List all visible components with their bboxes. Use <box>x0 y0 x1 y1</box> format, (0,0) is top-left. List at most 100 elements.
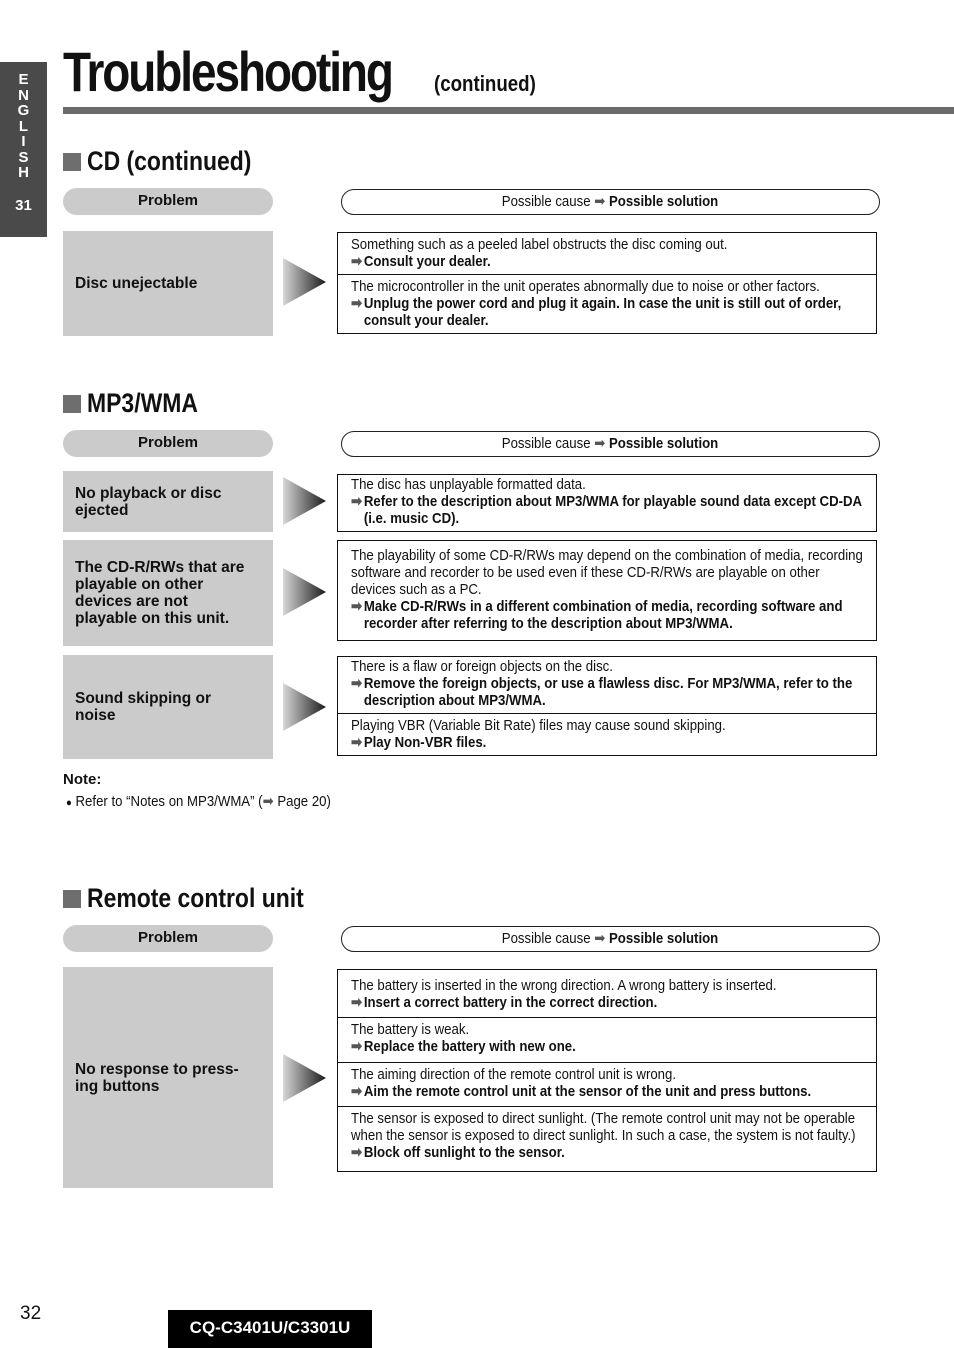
pointer-arrow-icon <box>283 477 326 525</box>
problem-text: The CD-R/RWs that are playable on other … <box>75 559 245 627</box>
cause-text: The playability of some CD-R/RWs may dep… <box>351 547 863 598</box>
solution-line: ➡ Aim the remote control unit at the sens… <box>351 1083 867 1100</box>
cause-text: The battery is weak. <box>351 1021 470 1038</box>
cause-solution-item: There is a flaw or foreign objects on th… <box>338 657 876 713</box>
problem-box: The CD-R/RWs that are playable on other … <box>63 540 273 646</box>
pointer-arrow-icon <box>283 258 326 306</box>
problem-header: Problem <box>63 430 273 457</box>
tab-letter: E <box>18 71 29 88</box>
solution-text: Remove the foreign objects, or use a fla… <box>363 675 853 709</box>
problem-text: No playback or disc ejected <box>75 484 222 519</box>
solution-line: ➡ Refer to the description about MP3/WMA … <box>351 493 867 527</box>
arrow-right-icon: ➡ <box>351 253 363 270</box>
arrow-right-icon: ➡ <box>351 1038 363 1055</box>
solution-text: Insert a correct battery in the correct … <box>363 994 658 1011</box>
solution-label: Possible solution <box>609 930 719 947</box>
note-item: ● Refer to “Notes on MP3/WMA” (➡ Page 20… <box>66 792 331 810</box>
section-page-number: 31 <box>15 196 32 214</box>
cause-solution-item: The battery is weak. ➡ Replace the batter… <box>338 1017 876 1062</box>
cause-text: The disc has unplayable formatted data. <box>351 476 586 493</box>
solution-line: ➡ Insert a correct battery in the correct… <box>351 994 867 1011</box>
problem-box: Sound skipping or noise <box>63 655 273 759</box>
solution-line: ➡ Remove the foreign objects, or use a fl… <box>351 675 867 709</box>
problem-header: Problem <box>63 925 273 952</box>
problem-box: Disc unejectable <box>63 231 273 336</box>
arrow-right-icon: ➡ <box>351 493 363 510</box>
solution-box: Something such as a peeled label obstruc… <box>337 232 877 334</box>
solution-label: Possible solution <box>609 193 719 210</box>
cause-solution-header: Possible cause ➡ Possible solution <box>341 431 880 457</box>
solution-box: There is a flaw or foreign objects on th… <box>337 656 877 756</box>
solution-line: ➡ Play Non-VBR files. <box>351 734 867 751</box>
cause-text: The aiming direction of the remote contr… <box>351 1066 677 1083</box>
problem-text: Sound skipping or noise <box>75 690 212 724</box>
pointer-arrow-icon <box>283 1054 326 1102</box>
problem-box: No playback or disc ejected <box>63 471 273 532</box>
pointer-arrow-icon <box>283 683 326 731</box>
problem-header: Problem <box>63 188 273 215</box>
solution-text: Unplug the power cord and plug it again.… <box>363 295 842 329</box>
solution-box: The disc has unplayable formatted data. … <box>337 474 877 532</box>
arrow-right-icon: ➡ <box>351 598 363 615</box>
cause-label: Possible cause <box>502 930 592 947</box>
arrow-right-icon: ➡ <box>351 1144 363 1161</box>
problem-text: Disc unejectable <box>75 275 198 292</box>
tab-letter: S <box>18 148 29 166</box>
arrow-right-icon: ➡ <box>262 793 274 810</box>
cause-solution-item: The playability of some CD-R/RWs may dep… <box>338 541 876 640</box>
page-subtitle: (continued) <box>434 71 536 96</box>
cause-text: Something such as a peeled label obstruc… <box>351 236 728 253</box>
arrow-right-icon: ➡ <box>351 734 363 751</box>
tab-letter: N <box>18 86 29 104</box>
pointer-arrow-icon <box>283 568 326 616</box>
cause-solution-item: The disc has unplayable formatted data. … <box>338 475 876 531</box>
note-text: Refer to “Notes on MP3/WMA” ( <box>75 793 263 810</box>
language-tab: E N G L I S H 31 <box>0 62 47 237</box>
bullet-icon: ● <box>66 797 72 809</box>
solution-line: ➡ Consult your dealer. <box>351 253 867 270</box>
square-bullet-icon <box>63 394 81 413</box>
cause-solution-item: The microcontroller in the unit operates… <box>338 274 876 333</box>
cause-solution-header: Possible cause ➡ Possible solution <box>341 926 880 952</box>
cause-solution-item: The sensor is exposed to direct sunlight… <box>338 1106 876 1171</box>
section-heading-cd: CD (continued) <box>63 146 280 177</box>
arrow-right-icon: ➡ <box>351 675 363 692</box>
square-bullet-icon <box>63 152 81 171</box>
arrow-right-icon: ➡ <box>351 994 363 1011</box>
problem-box: No response to press- ing buttons <box>63 967 273 1188</box>
section-heading-remote: Remote control unit <box>63 883 342 914</box>
cause-text: Playing VBR (Variable Bit Rate) files ma… <box>351 717 726 734</box>
page-title: Troubleshooting <box>63 40 394 103</box>
cause-label: Possible cause <box>502 435 592 452</box>
tab-letter: H <box>18 164 29 181</box>
cause-solution-item: Playing VBR (Variable Bit Rate) files ma… <box>338 713 876 755</box>
solution-line: ➡ Unplug the power cord and plug it again… <box>351 295 867 329</box>
note-page-link[interactable]: Page 20) <box>274 793 331 810</box>
arrow-right-icon: ➡ <box>351 1083 363 1100</box>
cause-solution-item: The battery is inserted in the wrong dir… <box>338 970 876 1017</box>
model-badge: CQ-C3401U/C3301U <box>168 1310 372 1348</box>
solution-text: Make CD-R/RWs in a different combination… <box>363 598 843 632</box>
solution-text: Replace the battery with new one. <box>363 1038 576 1055</box>
section-heading-text: CD (continued) <box>87 146 252 176</box>
solution-label: Possible solution <box>609 435 719 452</box>
tab-letter: I <box>21 133 26 150</box>
solution-line: ➡ Make CD-R/RWs in a different combinatio… <box>351 598 867 632</box>
section-heading-text: MP3/WMA <box>87 388 198 418</box>
title-divider <box>63 107 954 114</box>
solution-text: Consult your dealer. <box>363 253 491 270</box>
arrow-right-icon: ➡ <box>594 193 606 210</box>
cause-text: The microcontroller in the unit operates… <box>351 278 820 295</box>
cause-solution-item: The aiming direction of the remote contr… <box>338 1062 876 1106</box>
language-letters: E N G L I S H <box>0 62 47 181</box>
tab-letter: L <box>18 117 29 135</box>
page-header: Troubleshooting (continued) <box>63 44 554 100</box>
problem-text: No response to press- ing buttons <box>75 1060 239 1095</box>
arrow-right-icon: ➡ <box>594 930 606 947</box>
cause-text: The sensor is exposed to direct sunlight… <box>351 1110 856 1144</box>
solution-text: Aim the remote control unit at the senso… <box>363 1083 812 1100</box>
solution-box: The battery is inserted in the wrong dir… <box>337 969 877 1172</box>
page-number: 32 <box>20 1303 42 1324</box>
cause-text: There is a flaw or foreign objects on th… <box>351 658 613 675</box>
cause-solution-item: Something such as a peeled label obstruc… <box>338 233 876 274</box>
